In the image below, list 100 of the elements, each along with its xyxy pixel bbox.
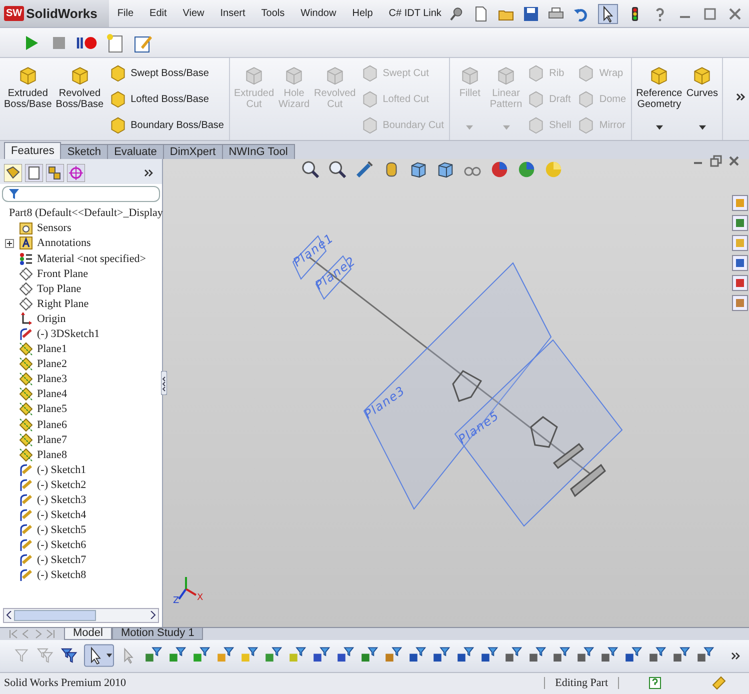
splitter-handle-icon[interactable] [161,370,167,395]
block-icon [577,90,596,108]
sketch-icon [19,523,33,538]
menu-item[interactable]: File [109,8,142,19]
expand-toggle-icon[interactable] [5,238,14,248]
tab[interactable]: Evaluate [107,144,164,159]
tag-icon[interactable] [711,675,727,692]
chevron-icon[interactable] [144,168,154,178]
tree-item[interactable]: Material <not specified> [37,252,146,265]
wand-icon[interactable] [355,160,374,179]
status-text: Editing Part [544,677,619,690]
tab[interactable]: Features [4,142,62,159]
block-icon [108,64,127,82]
tree-item[interactable]: Part8 (Default<<Default>_Display [0,206,162,221]
tree-item[interactable]: Plane6 [37,418,67,431]
caret-icon[interactable] [698,125,706,130]
task-pane-icon[interactable] [732,234,748,251]
configuration-tab-icon[interactable] [46,164,64,182]
tab[interactable]: DimXpert [162,144,223,159]
cube-icon[interactable] [436,160,455,179]
tree-item[interactable]: Annotations [37,237,91,250]
tree-item[interactable]: Plane8 [37,448,67,461]
menu-item[interactable]: Help [344,8,381,19]
save-icon[interactable] [523,6,539,22]
tab[interactable]: Motion Study 1 [112,628,204,640]
task-pane-icon[interactable] [732,194,748,211]
tree-item[interactable]: Top Plane [37,282,82,295]
plane-icon [19,296,33,311]
sphere-icon[interactable] [517,160,536,179]
tree-item[interactable]: Front Plane [37,268,88,280]
tree-item[interactable]: (-) Sketch2 [37,478,86,491]
tree-item[interactable]: Plane1 [37,343,67,356]
tree-item[interactable]: Plane2 [37,358,67,370]
tree-item[interactable]: Plane7 [37,434,67,446]
scroll-left-icon[interactable] [6,611,12,620]
tree-item[interactable]: (-) Sketch3 [37,494,86,506]
sketch-icon [19,538,33,552]
axis-triad-drawing [178,576,197,600]
menu-item[interactable]: Insert [212,8,254,19]
help-icon[interactable] [649,677,661,690]
new-document-icon[interactable] [473,6,489,22]
tree-item[interactable]: Sensors [37,222,72,234]
filter-field[interactable] [2,186,160,202]
tab[interactable]: Sketch [60,144,108,159]
tree-item[interactable]: Plane3 [37,373,67,386]
tree-item[interactable]: Plane5 [37,403,67,416]
tab[interactable]: Model [64,628,112,640]
plane-icon [19,387,33,402]
sphere-icon[interactable] [490,160,509,179]
restore-icon[interactable] [710,154,722,167]
menu-item[interactable]: C# IDT Link [380,8,450,19]
plane-icon [19,432,33,447]
ribbon-button[interactable]: Lofted Boss/Base [106,89,211,110]
ribbon-button[interactable]: Extruded Boss/Base [3,60,53,114]
zoom-icon[interactable] [328,160,347,179]
cube-icon[interactable] [409,160,428,179]
chevron-icon[interactable] [731,650,741,661]
plane-icon [19,266,33,281]
task-pane-icon[interactable] [732,274,748,291]
feature-tree-tab-icon[interactable] [4,164,22,182]
block-icon [108,116,127,134]
ribbon-button[interactable]: Revolved Boss/Base [54,60,105,114]
tree-item[interactable]: Origin [37,312,66,325]
axis-label: X [197,592,204,603]
ribbon-button[interactable]: Curves [685,60,720,104]
menu-item[interactable]: Tools [253,8,293,19]
close-icon[interactable] [727,6,743,22]
ribbon-button[interactable]: Reference Geometry [635,60,684,114]
tree-item[interactable]: (-) Sketch4 [37,509,86,522]
pointer-button[interactable] [84,644,114,668]
ribbon-button[interactable]: Swept Boss/Base [106,63,211,84]
tree-item[interactable]: Plane4 [37,388,67,400]
task-pane-icon[interactable] [732,214,748,231]
horizontal-scrollbar[interactable] [3,608,159,623]
scroll-right-icon[interactable] [150,611,156,620]
property-tab-icon[interactable] [25,164,43,182]
tree-item[interactable]: (-) Sketch6 [37,539,86,552]
close-icon[interactable] [728,154,740,167]
task-pane-icon[interactable] [732,294,748,311]
ribbon-button[interactable]: Boundary Boss/Base [106,115,226,136]
crosshair-tab-icon[interactable] [67,164,85,182]
tree-item[interactable]: (-) 3DSketch1 [37,328,100,340]
task-pane-icon[interactable] [732,254,748,271]
menu-item[interactable]: Window [292,8,344,19]
tree-item[interactable]: (-) Sketch7 [37,554,86,566]
maximize-icon[interactable] [702,6,718,22]
caret-icon[interactable] [656,125,663,130]
tree-item[interactable]: Right Plane [37,298,89,310]
tree-item[interactable]: (-) Sketch5 [37,524,86,536]
menu-item[interactable]: View [174,8,212,19]
tree-item[interactable]: (-) Sketch1 [37,464,86,476]
printer-icon[interactable] [548,6,564,22]
pointer-button[interactable] [598,4,618,24]
menu-item[interactable]: Edit [142,8,175,19]
chevron-icon[interactable] [736,92,746,102]
tab[interactable]: NWInG Tool [222,144,295,159]
plane-icon [19,418,33,432]
filter-icon[interactable] [60,646,79,666]
tree-item[interactable]: (-) Sketch8 [37,569,86,582]
zoom-icon[interactable] [301,160,320,179]
